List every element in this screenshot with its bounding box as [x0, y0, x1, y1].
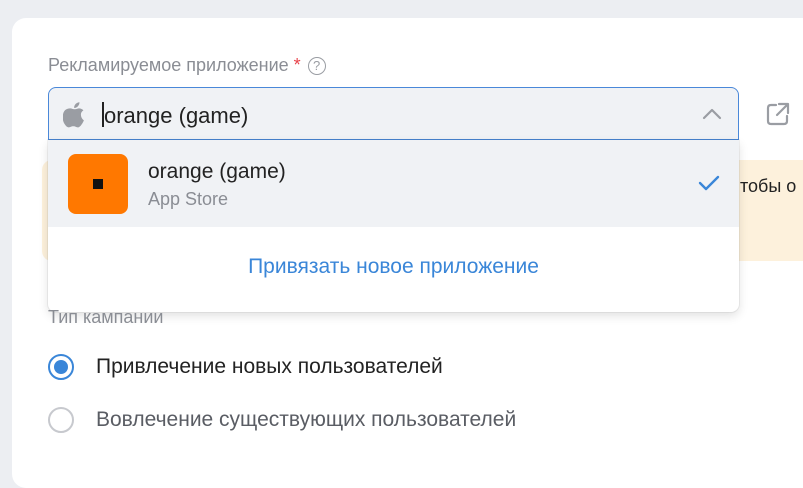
campaign-type-label: Тип кампании	[48, 307, 164, 327]
radio-new-users-label[interactable]: Привлечение новых пользователей	[96, 355, 443, 379]
apple-icon	[63, 102, 84, 128]
app-select[interactable]: orange (game)	[48, 87, 739, 140]
app-icon-mark	[93, 179, 103, 189]
radio-existing-users-label[interactable]: Вовлечение существующих пользователей	[96, 408, 516, 432]
required-mark: *	[293, 55, 301, 75]
app-field-label-text: Рекламируемое приложение	[48, 55, 289, 75]
radio-existing-users[interactable]	[48, 407, 74, 433]
app-icon	[68, 154, 128, 214]
app-dropdown: orange (game) App Store Привязать новое …	[48, 140, 739, 312]
app-field-label: Рекламируемое приложение * ?	[48, 55, 326, 76]
app-option[interactable]: orange (game) App Store	[48, 140, 739, 227]
app-option-store: App Store	[148, 189, 229, 209]
select-value: orange (game)	[104, 103, 249, 128]
warning-text: тобы о	[740, 176, 797, 196]
external-link-icon[interactable]	[765, 101, 791, 127]
help-icon[interactable]: ?	[307, 56, 326, 75]
check-icon	[698, 175, 720, 191]
radio-new-users[interactable]	[48, 354, 74, 380]
link-new-app-button[interactable]: Привязать новое приложение	[48, 255, 739, 279]
chevron-up-icon[interactable]	[702, 108, 722, 120]
app-option-name: orange (game)	[148, 160, 286, 183]
